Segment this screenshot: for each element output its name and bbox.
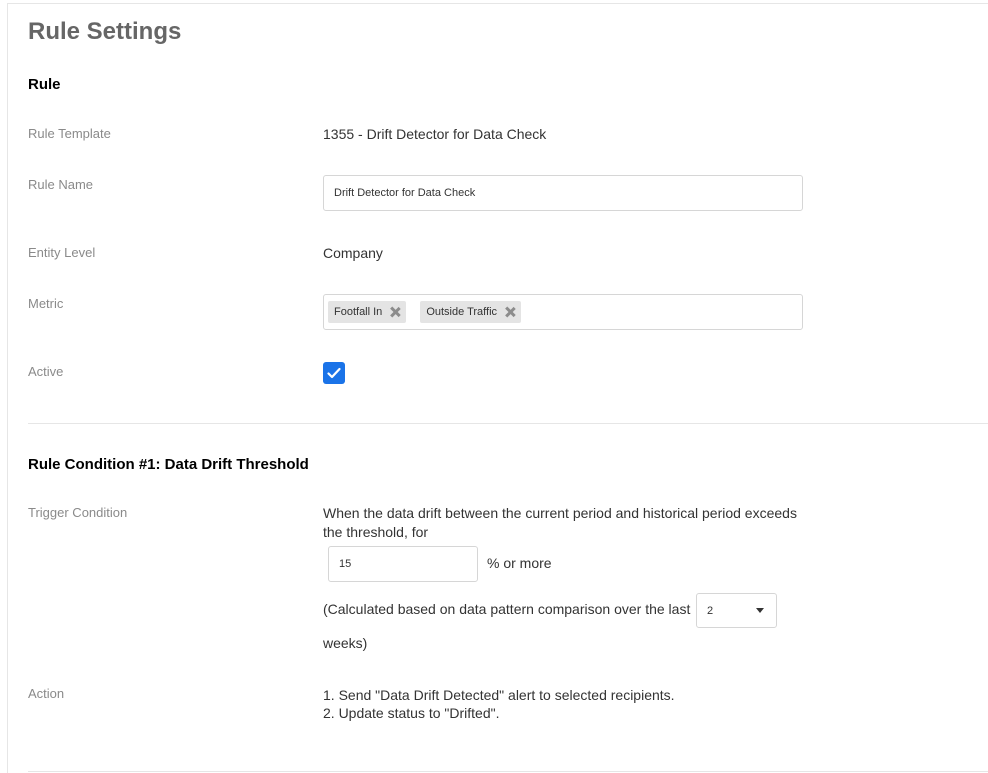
trigger-condition-label: Trigger Condition (28, 505, 128, 520)
entity-level-label: Entity Level (28, 245, 96, 260)
metric-multiselect[interactable]: Footfall In Outside Traffic (323, 294, 803, 330)
weeks-select-value: 2 (707, 604, 714, 617)
action-item: 2. Update status to "Drifted". (323, 705, 500, 721)
trigger-condition-text: When the data drift between the current … (323, 505, 797, 540)
metric-tag-label: Footfall In (334, 306, 383, 318)
section-divider (28, 771, 988, 772)
page-title: Rule Settings (28, 18, 182, 45)
calc-prefix-text: (Calculated based on data pattern compar… (323, 601, 691, 617)
settings-panel (7, 3, 988, 773)
rule-name-label: Rule Name (28, 177, 94, 192)
weeks-select[interactable]: 2 (696, 593, 777, 628)
calc-suffix-text: weeks) (323, 635, 368, 651)
action-label: Action (28, 686, 65, 701)
metric-tag: Outside Traffic (420, 301, 522, 323)
close-icon[interactable] (390, 307, 400, 317)
action-list: 1. Send "Data Drift Detected" alert to s… (323, 686, 675, 722)
entity-level-value: Company (323, 245, 383, 261)
rule-template-value: 1355 - Drift Detector for Data Check (323, 126, 547, 142)
rule-section-title: Rule (28, 76, 61, 93)
metric-tag-label: Outside Traffic (426, 306, 498, 318)
rule-name-input[interactable] (323, 175, 803, 211)
threshold-suffix: % or more (487, 555, 552, 571)
rule-template-label: Rule Template (28, 126, 111, 141)
active-label: Active (28, 364, 64, 379)
metric-label: Metric (28, 296, 64, 311)
action-item: 1. Send "Data Drift Detected" alert to s… (323, 687, 675, 703)
checkmark-icon (327, 367, 341, 379)
close-icon[interactable] (505, 307, 515, 317)
active-checkbox[interactable] (323, 362, 345, 384)
caret-down-icon (756, 608, 764, 613)
threshold-input[interactable] (328, 546, 478, 582)
metric-tag: Footfall In (328, 301, 407, 323)
section-divider (28, 423, 988, 424)
condition-section-title: Rule Condition #1: Data Drift Threshold (28, 456, 309, 473)
